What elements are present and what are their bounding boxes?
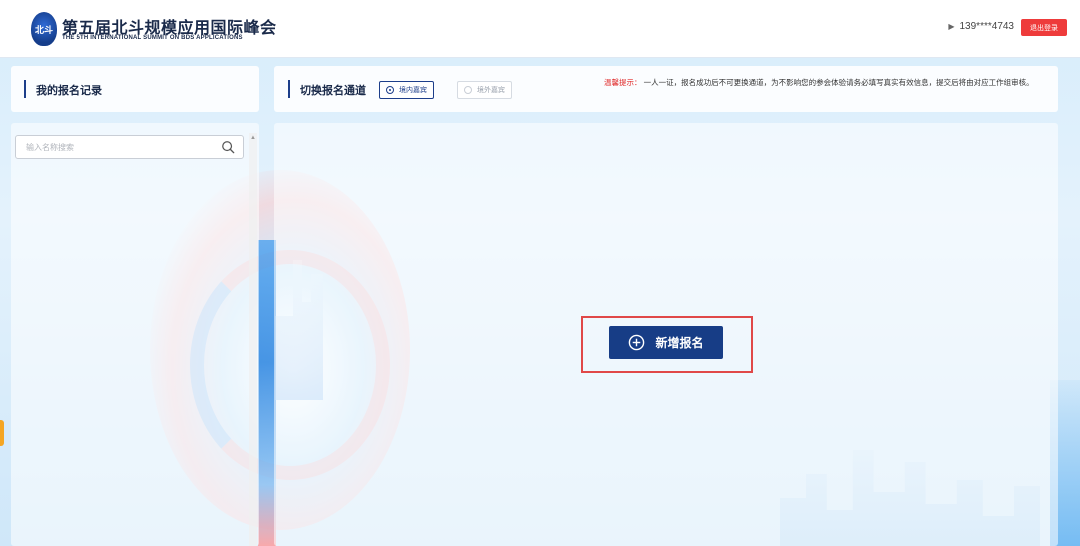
radio-unselected-icon bbox=[464, 86, 472, 94]
logo-badge-text: 北斗 bbox=[34, 24, 53, 35]
play-triangle-icon: ▶ bbox=[948, 22, 955, 31]
notice-text: 温馨提示： 一人一证，报名成功后不可更换通道，为不影响您的参会体验请务必填写真实… bbox=[604, 77, 1038, 89]
radio-selected-icon bbox=[386, 86, 394, 94]
notice-label: 温馨提示： bbox=[604, 78, 642, 87]
summit-logo-icon: 北斗 bbox=[31, 12, 57, 46]
user-phone: 139****4743 bbox=[959, 21, 1015, 32]
summit-subtitle: THE 5TH INTERNATIONAL SUMMIT ON BDS APPL… bbox=[62, 35, 243, 41]
scroll-up-icon[interactable]: ▲ bbox=[250, 135, 256, 141]
add-registration-label: 新增报名 bbox=[655, 336, 704, 350]
channel-option-label: 境外嘉宾 bbox=[477, 87, 505, 94]
my-records-title: 我的报名记录 bbox=[24, 80, 102, 98]
records-scrollbar[interactable]: ▲ bbox=[249, 133, 257, 546]
channel-switch-title: 切换报名通道 bbox=[288, 80, 366, 98]
plus-circle-icon bbox=[629, 334, 645, 351]
side-floating-tab[interactable] bbox=[0, 420, 4, 446]
user-account[interactable]: ▶ 139****4743 bbox=[948, 21, 1014, 32]
add-registration-button[interactable]: 新增报名 bbox=[609, 326, 723, 359]
notice-body: 一人一证，报名成功后不可更换通道，为不影响您的参会体验请务必填写真实有效信息，提… bbox=[643, 78, 1034, 87]
search-input[interactable] bbox=[26, 140, 216, 155]
my-records-panel: 我的报名记录 bbox=[11, 66, 259, 112]
records-list bbox=[11, 123, 259, 546]
records-search bbox=[15, 135, 244, 159]
logout-button[interactable]: 退出登录 bbox=[1021, 19, 1067, 36]
top-header: 北斗 第五届北斗规模应用国际峰会 THE 5TH INTERNATIONAL S… bbox=[0, 0, 1080, 58]
channel-option-domestic[interactable]: 境内嘉宾 bbox=[379, 81, 434, 99]
search-icon[interactable] bbox=[221, 140, 235, 154]
channel-option-overseas[interactable]: 境外嘉宾 bbox=[457, 81, 512, 99]
channel-option-label: 境内嘉宾 bbox=[399, 87, 427, 94]
